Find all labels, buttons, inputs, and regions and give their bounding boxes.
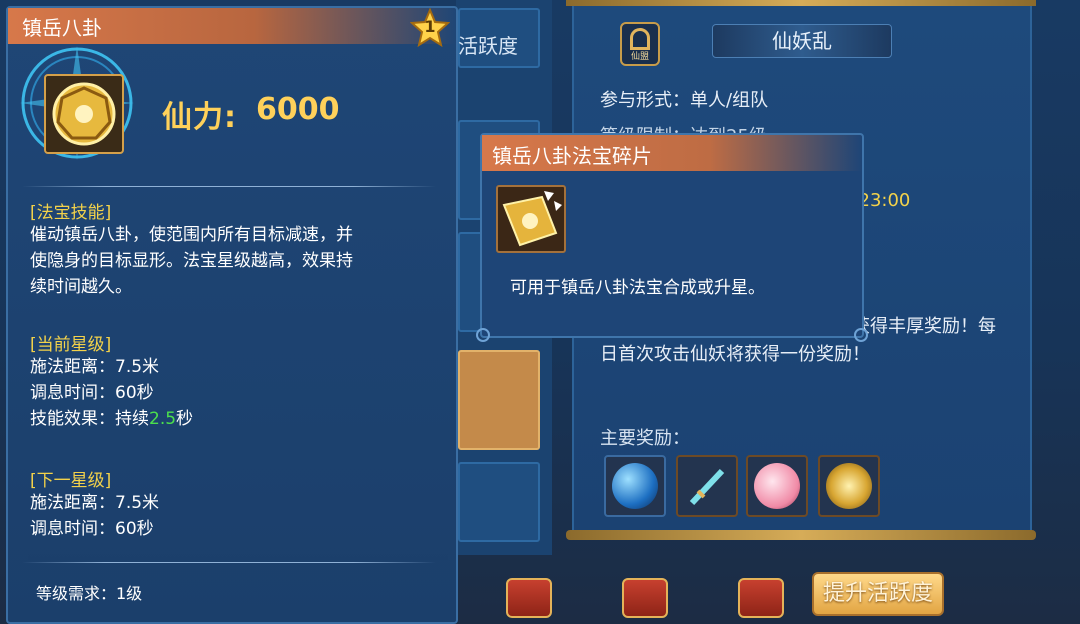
skill-desc-line: 续时间越久。 <box>30 277 132 297</box>
next-star-heading: [下一星级] <box>30 471 112 491</box>
effect-suffix: 秒 <box>176 409 194 429</box>
current-star-heading: [当前星级] <box>30 335 112 355</box>
feather-icon <box>754 463 800 509</box>
guild-activity-icon: 仙盟 <box>620 22 660 66</box>
chest-icon[interactable] <box>622 578 668 618</box>
current-range: 施法距离：7.5米 <box>30 357 160 377</box>
effect-duration-value: 2.5 <box>149 409 177 429</box>
pagoda-icon <box>630 28 650 50</box>
panel-frame-top <box>566 0 1036 6</box>
participation-text: 参与形式：单人/组队 <box>600 90 769 111</box>
current-cooldown: 调息时间：60秒 <box>30 383 154 403</box>
item-title: 镇岳八卦 <box>22 16 102 40</box>
level-requirement: 等级需求：1级 <box>36 584 143 603</box>
skill-desc-line: 使隐身的目标显形。法宝星级越高，效果持 <box>30 251 353 271</box>
skill-desc-line: 催动镇岳八卦，使范围内所有目标减速，并 <box>30 225 353 245</box>
rewards-label: 主要奖励： <box>600 428 690 449</box>
orb-icon <box>612 463 658 509</box>
effect-prefix: 技能效果：持续 <box>30 409 149 429</box>
star-level-badge: 1 <box>409 7 451 48</box>
activity-title: 仙妖乱 <box>712 24 892 58</box>
power-label: 仙力: <box>162 100 237 135</box>
panel-frame-bottom <box>566 530 1036 540</box>
divider <box>22 186 436 187</box>
skill-heading: [法宝技能] <box>30 203 112 223</box>
sword-icon <box>689 468 725 506</box>
power-value: 6000 <box>256 92 340 127</box>
background-list-card[interactable] <box>458 462 540 542</box>
bagua-icon <box>52 82 116 146</box>
bagua-icon <box>826 463 872 509</box>
star-level-number: 1 <box>424 17 436 36</box>
bagua-item-icon <box>44 74 124 154</box>
bagua-fragment-icon <box>502 191 562 247</box>
fragment-title: 镇岳八卦法宝碎片 <box>492 144 652 168</box>
fragment-description: 可用于镇岳八卦法宝合成或升星。 <box>510 278 765 298</box>
corner-ornament <box>476 328 490 342</box>
activity-desc-line: 日首次攻击仙妖将获得一份奖励！ <box>600 344 870 365</box>
background-list-card-selected[interactable] <box>458 350 540 450</box>
chest-icon[interactable] <box>738 578 784 618</box>
current-effect: 技能效果：持续2.5秒 <box>30 406 193 432</box>
fragment-tooltip-panel: 镇岳八卦法宝碎片 可用于镇岳八卦法宝合成或升星。 <box>476 133 868 342</box>
chest-icon[interactable] <box>506 578 552 618</box>
boost-activity-button[interactable]: 提升活跃度 <box>812 572 944 616</box>
next-cooldown: 调息时间：60秒 <box>30 519 154 539</box>
corner-ornament <box>854 328 868 342</box>
divider <box>22 562 436 563</box>
reward-slot-feather[interactable] <box>746 455 808 517</box>
activity-icon-caption: 仙盟 <box>630 52 649 62</box>
reward-slot-orb[interactable] <box>604 455 666 517</box>
activity-tab-label[interactable]: 活跃度 <box>458 30 518 59</box>
next-range: 施法距离：7.5米 <box>30 493 160 513</box>
fragment-item-icon <box>496 185 566 253</box>
reward-slot-sword[interactable] <box>676 455 738 517</box>
reward-slot-bagua-fragment[interactable] <box>818 455 880 517</box>
scroll-fade <box>28 548 448 560</box>
